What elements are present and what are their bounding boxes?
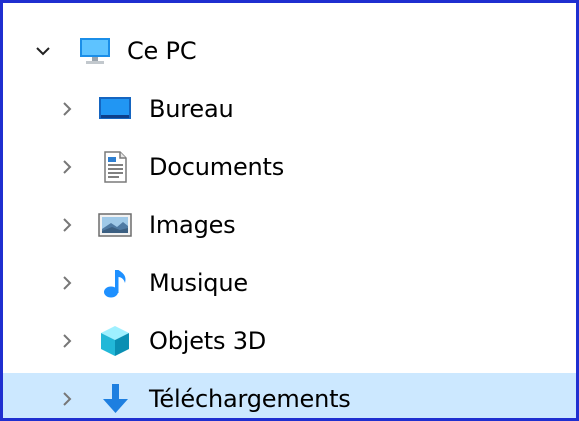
navigation-pane-frame: Ce PC Bureau Documents Images Musique Ob… xyxy=(0,0,579,421)
chevron-right-icon[interactable] xyxy=(55,271,79,295)
tree-item-label: Musique xyxy=(149,268,248,297)
downloads-icon xyxy=(95,379,135,419)
tree-item-label: Ce PC xyxy=(127,36,197,65)
images-icon xyxy=(95,205,135,245)
computer-icon xyxy=(75,31,115,71)
chevron-down-icon[interactable] xyxy=(31,39,55,63)
tree-item-bureau[interactable]: Bureau xyxy=(3,83,576,134)
chevron-right-icon[interactable] xyxy=(55,329,79,353)
tree-item-telechargements[interactable]: Téléchargements xyxy=(3,373,576,419)
tree-item-label: Bureau xyxy=(149,94,234,123)
documents-icon xyxy=(95,147,135,187)
chevron-right-icon[interactable] xyxy=(55,213,79,237)
chevron-right-icon[interactable] xyxy=(55,97,79,121)
chevron-right-icon[interactable] xyxy=(55,387,79,411)
tree-item-ce-pc[interactable]: Ce PC xyxy=(3,25,576,76)
tree-item-objets-3d[interactable]: Objets 3D xyxy=(3,315,576,366)
tree-item-label: Documents xyxy=(149,152,285,181)
tree-item-documents[interactable]: Documents xyxy=(3,141,576,192)
tree-item-musique[interactable]: Musique xyxy=(3,257,576,308)
tree-item-label: Objets 3D xyxy=(149,326,267,355)
objects-3d-icon xyxy=(95,321,135,361)
desktop-icon xyxy=(95,89,135,129)
tree-item-label: Téléchargements xyxy=(149,384,351,413)
tree-item-label: Images xyxy=(149,210,236,239)
music-icon xyxy=(95,263,135,303)
tree-item-images[interactable]: Images xyxy=(3,199,576,250)
chevron-right-icon[interactable] xyxy=(55,155,79,179)
